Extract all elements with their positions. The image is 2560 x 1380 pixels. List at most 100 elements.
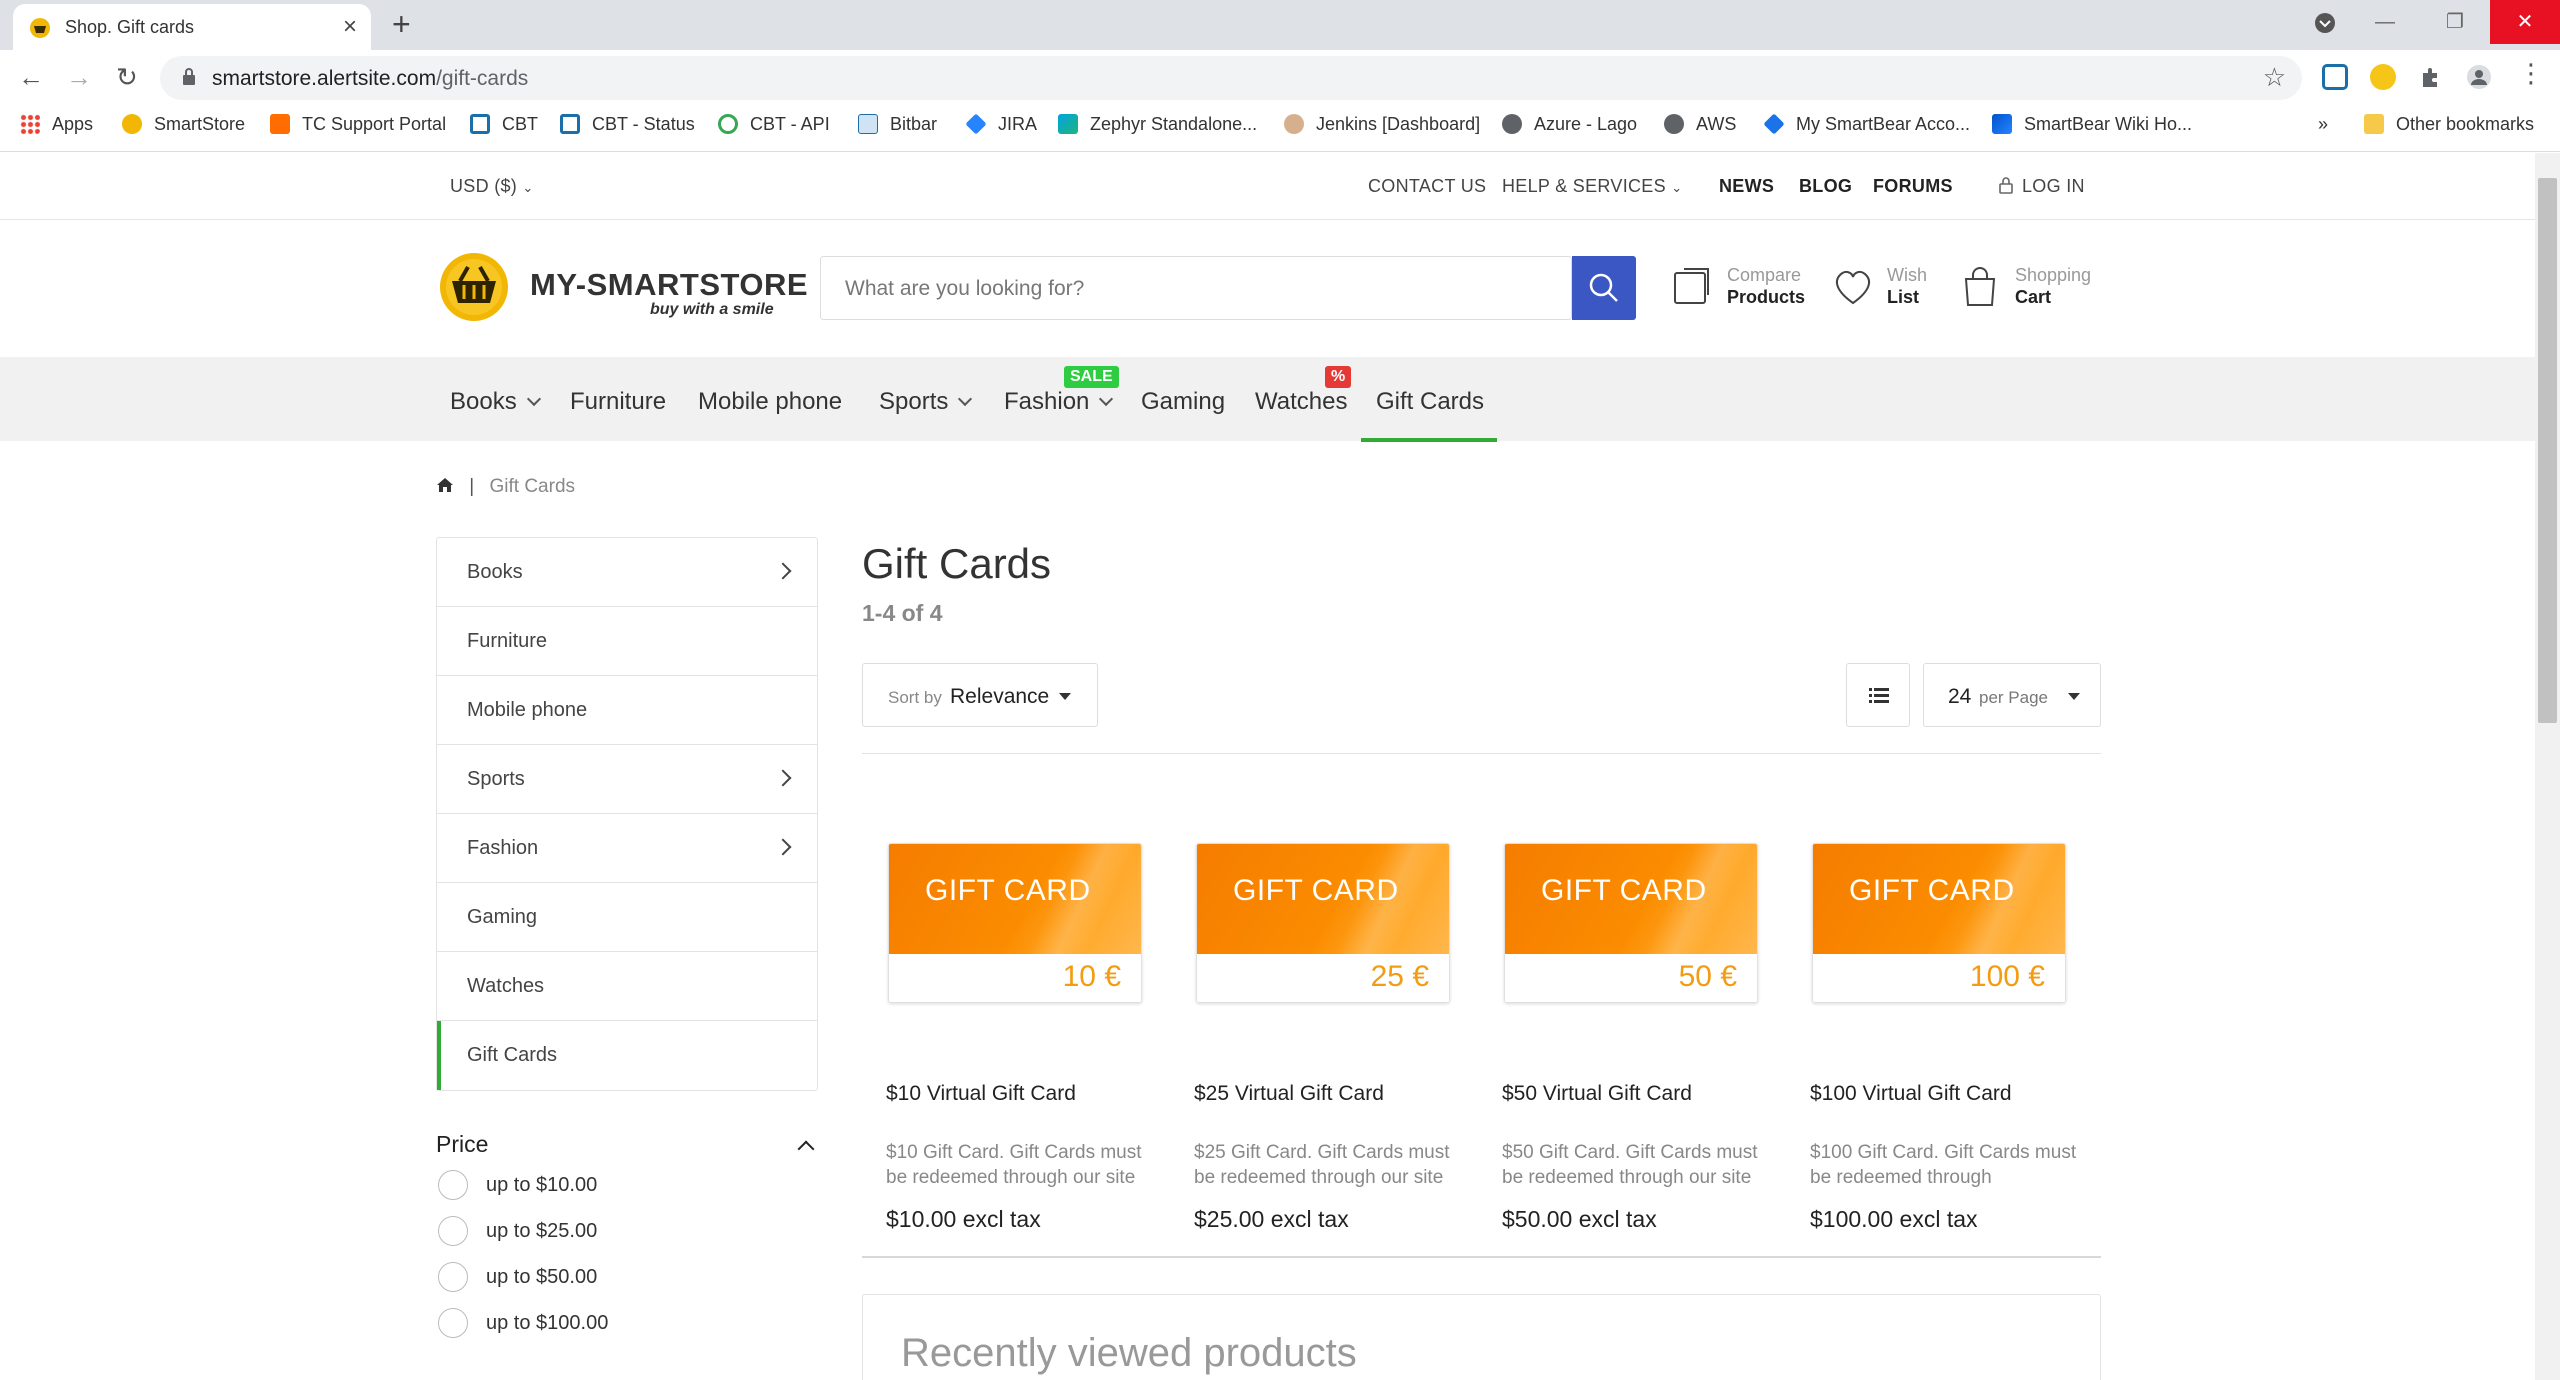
bookmark-cbt-status[interactable]: CBT - Status [560,114,695,135]
window-close-icon[interactable]: ✕ [2490,0,2560,44]
product-name[interactable]: $10 Virtual Gift Card [886,1082,1076,1106]
bookmark-smartbear-account[interactable]: My SmartBear Acco... [1763,113,1970,135]
extension-zephyr-icon[interactable] [2370,64,2396,90]
bookmark-smartstore[interactable]: SmartStore [122,114,245,135]
price-option-label: up to $100.00 [486,1312,609,1334]
gift-card-image[interactable]: GIFT CARD 50 € [1504,843,1758,1003]
sidebar-item-mobile-phone[interactable]: Mobile phone [437,676,817,745]
web-page: USD ($) ⌄ CONTACT US HELP & SERVICES ⌄ N… [0,153,2535,1380]
extension-cbt-icon[interactable] [2322,64,2348,90]
sidebar-item-sports[interactable]: Sports [437,745,817,814]
sidebar-item-fashion[interactable]: Fashion [437,814,817,883]
radio-button[interactable] [438,1170,468,1200]
bookmark-tc-support[interactable]: TC Support Portal [270,114,446,135]
page-size-dropdown[interactable]: 24 per Page [1923,663,2101,727]
minimize-icon[interactable]: — [2350,0,2420,44]
page-size-value: 24 [1948,685,1972,708]
bookmark-jira[interactable]: JIRA [965,113,1037,135]
browser-tab-strip: Shop. Gift cards × + — ❐ ✕ [0,0,2560,50]
price-option-label: up to $50.00 [486,1266,598,1288]
bookmark-azure[interactable]: Azure - Lago [1502,114,1637,135]
search-button[interactable] [1572,256,1636,320]
nav-fashion[interactable]: Fashion [1004,388,1114,416]
nav-gaming[interactable]: Gaming [1141,388,1225,416]
breadcrumb-current[interactable]: Gift Cards [490,476,576,497]
logo-tagline: buy with a smile [650,301,774,318]
sidebar-item-gift-cards[interactable]: Gift Cards [437,1021,817,1090]
home-icon[interactable] [436,477,454,493]
gift-card-amount: 10 € [1062,960,1121,993]
news-link[interactable]: NEWS [1719,176,1774,197]
profile-avatar-icon[interactable] [2466,64,2492,90]
bookmark-cbt-api[interactable]: CBT - API [718,114,830,135]
currency-selector[interactable]: USD ($) ⌄ [450,176,534,197]
bookmark-aws[interactable]: AWS [1664,114,1736,135]
tab-close-icon[interactable]: × [343,13,357,41]
bookmark-jenkins[interactable]: Jenkins [Dashboard] [1284,114,1480,135]
sort-dropdown[interactable]: Sort by Relevance [862,663,1098,727]
sidebar-item-label: Gaming [467,906,538,928]
product-name[interactable]: $100 Virtual Gift Card [1810,1082,2012,1106]
bookmark-star-icon[interactable]: ☆ [2263,62,2286,93]
bookmark-smartbear-wiki[interactable]: SmartBear Wiki Ho... [1992,114,2192,135]
bookmark-zephyr[interactable]: Zephyr Standalone... [1058,114,1257,135]
bookmarks-overflow-button[interactable]: » [2318,114,2328,135]
reload-icon[interactable]: ↻ [116,62,138,93]
other-bookmarks[interactable]: Other bookmarks [2364,114,2534,135]
chevron-right-icon [774,838,792,856]
blog-link[interactable]: BLOG [1799,176,1852,197]
search-icon [1589,273,1618,302]
jenkins-icon [1284,114,1304,134]
browser-tab[interactable]: Shop. Gift cards × [13,4,371,50]
help-services-menu[interactable]: HELP & SERVICES ⌄ [1502,176,1682,197]
bookmark-label: CBT [502,114,538,134]
gift-card-image[interactable]: GIFT CARD 25 € [1196,843,1450,1003]
sidebar-item-watches[interactable]: Watches [437,952,817,1021]
address-bar[interactable]: smartstore.alertsite.com/gift-cards ☆ [160,56,2302,100]
forward-icon[interactable]: → [66,62,92,93]
search-input[interactable]: What are you looking for? [820,256,1572,320]
page-size-label: per Page [1979,688,2048,707]
category-sidebar: Books Furniture Mobile phone Sports Fash… [436,537,818,1091]
restore-icon[interactable]: ❐ [2420,0,2490,44]
sidebar-item-furniture[interactable]: Furniture [437,607,817,676]
radio-button[interactable] [438,1262,468,1292]
sidebar-item-books[interactable]: Books [437,538,817,607]
bookmark-apps[interactable]: Apps [20,114,93,135]
login-link[interactable]: LOG IN [1998,176,2085,197]
radio-button[interactable] [438,1308,468,1338]
smartbear-icon [1763,113,1785,135]
list-icon [1869,688,1889,703]
gift-card-image[interactable]: GIFT CARD 100 € [1812,843,2066,1003]
folder-icon [2364,114,2384,134]
nav-sports[interactable]: Sports [879,388,973,416]
bookmark-cbt[interactable]: CBT [470,114,538,135]
cbt-icon [470,114,490,134]
confluence-icon [1992,114,2012,134]
nav-mobile-phone[interactable]: Mobile phone [698,388,842,416]
chevron-up-icon[interactable] [797,1140,815,1158]
store-logo[interactable]: MY-SMARTSTORE buy with a smile [438,251,808,323]
forums-link[interactable]: FORUMS [1873,176,1953,197]
compare-label: Compare [1727,265,1802,285]
product-name[interactable]: $50 Virtual Gift Card [1502,1082,1692,1106]
radio-button[interactable] [438,1216,468,1246]
nav-watches[interactable]: Watches [1255,388,1347,416]
scrollbar-thumb[interactable] [2538,178,2557,723]
gift-card-text: GIFT CARD [1233,874,1399,907]
nav-gift-cards[interactable]: Gift Cards [1376,388,1484,416]
lock-icon [183,68,195,85]
product-name[interactable]: $25 Virtual Gift Card [1194,1082,1384,1106]
back-icon[interactable]: ← [18,62,44,93]
bookmark-bitbar[interactable]: Bitbar [858,114,937,135]
list-view-button[interactable] [1846,663,1910,727]
contact-us-link[interactable]: CONTACT US [1368,176,1486,197]
nav-furniture[interactable]: Furniture [570,388,666,416]
bookmark-label: Bitbar [890,114,938,134]
new-tab-icon[interactable]: + [392,6,411,43]
sidebar-item-gaming[interactable]: Gaming [437,883,817,952]
browser-menu-icon[interactable]: ⋮ [2518,58,2544,89]
gift-card-image[interactable]: GIFT CARD 10 € [888,843,1142,1003]
nav-books[interactable]: Books [450,388,541,416]
extensions-puzzle-icon[interactable] [2418,64,2444,90]
